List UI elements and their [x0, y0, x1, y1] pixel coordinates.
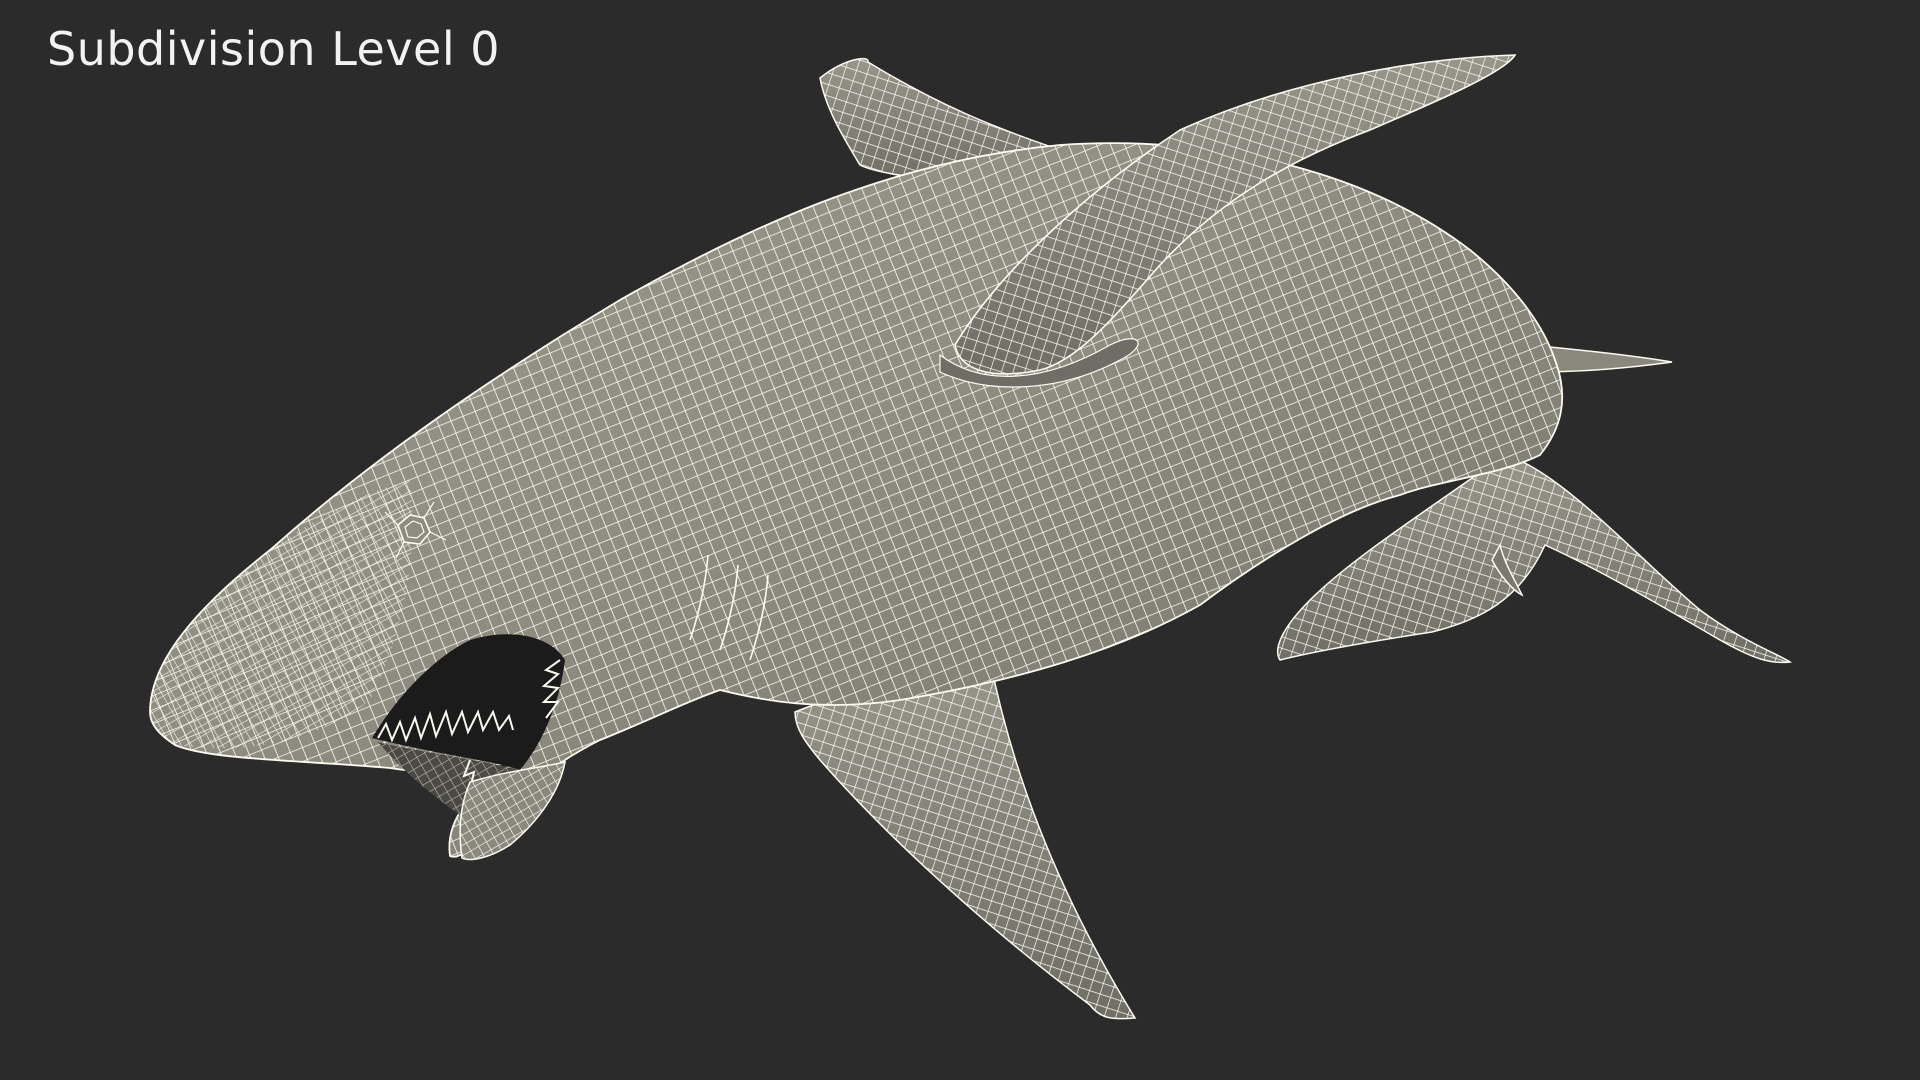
3d-viewport[interactable]: Subdivision Level 0: [0, 0, 1920, 1080]
shark-wireframe-icon: [149, 54, 1793, 1020]
pectoral-fin: [794, 659, 1137, 1020]
